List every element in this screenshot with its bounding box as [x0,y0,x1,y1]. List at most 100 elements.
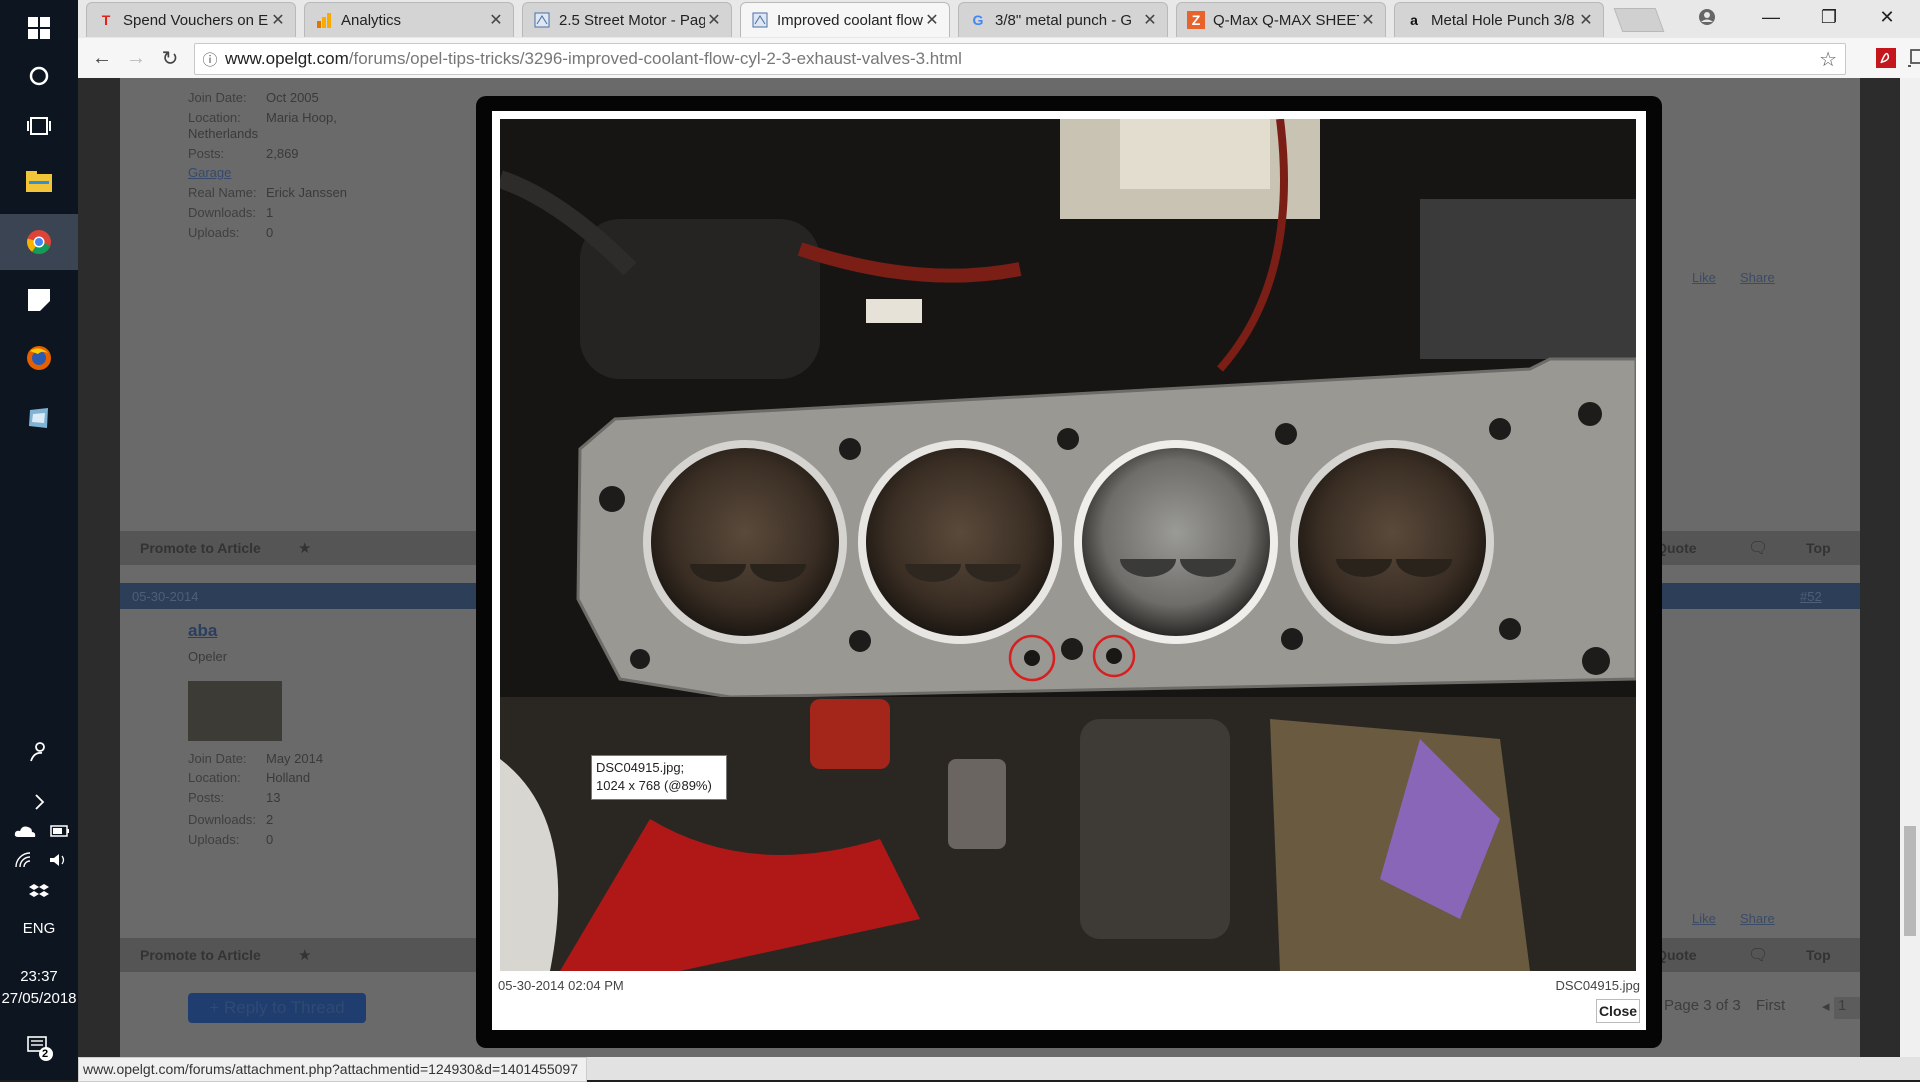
uploads-label: Uploads: [188,225,240,240]
browser-toolbar: ← → ↻ ⓘ www.opelgt.com/forums/opel-tips-… [78,38,1920,79]
action-center-icon[interactable]: 2 [0,1024,78,1070]
close-tab-icon[interactable]: ✕ [923,10,941,30]
tab-metal-punch-google[interactable]: G 3/8" metal punch - G ✕ [958,2,1168,37]
onedrive-icon[interactable] [14,824,36,846]
garage-link[interactable]: Garage [188,165,231,180]
post-date: 05-30-2014 [132,589,199,604]
volume-icon[interactable] [48,852,70,874]
pdf-app-icon[interactable] [0,390,78,446]
multi-quote-icon[interactable]: 🗨 [1748,945,1768,965]
close-lightbox-button[interactable]: Close [1596,999,1640,1023]
pager-page-1[interactable]: 1 [1834,997,1860,1019]
cast-icon[interactable] [1906,46,1920,70]
firefox-icon[interactable] [0,330,78,386]
tab-strip: T Spend Vouchers on E ✕ Analytics ✕ 2.5 … [78,0,1920,38]
clock-time[interactable]: 23:37 [0,968,78,985]
user-title: Opeler [188,649,228,664]
tab-title: Spend Vouchers on E [123,11,269,29]
promote-article-button[interactable]: Promote to Article [140,540,261,556]
address-bar[interactable]: ⓘ www.opelgt.com/forums/opel-tips-tricks… [194,43,1846,75]
language-indicator[interactable]: ENG [0,920,78,937]
posts-value: 13 [266,790,281,805]
uploads-value: 0 [266,225,274,240]
post-number-link[interactable]: #52 [1800,589,1822,604]
posts-value: 2,869 [266,146,299,161]
profile-icon[interactable] [1678,0,1736,34]
share-link[interactable]: Share [1740,911,1775,926]
page-scrollbar[interactable] [1900,78,1920,1057]
tab-qmax[interactable]: Z Q-Max Q-MAX SHEET ✕ [1176,2,1386,37]
tab-title: Improved coolant flow [777,11,923,29]
forum-icon [533,11,551,29]
people-icon[interactable] [0,732,78,772]
real-name-value: Erick Janssen [266,185,347,200]
avatar[interactable] [188,681,282,741]
engine-block-photo[interactable] [500,119,1636,971]
tab-amazon-punch[interactable]: a Metal Hole Punch 3/8 ✕ [1394,2,1604,37]
tesco-favicon-icon: T [101,12,111,28]
close-tab-icon[interactable]: ✕ [1141,10,1159,30]
image-tooltip: DSC04915.jpg; 1024 x 768 (@89%) [591,755,727,800]
reload-icon[interactable]: ↻ [156,44,184,72]
url-path: /forums/opel-tips-tricks/3296-improved-c… [348,49,962,68]
minimize-icon[interactable]: — [1742,0,1800,34]
close-tab-icon[interactable]: ✕ [487,10,505,30]
chevron-right-icon[interactable] [0,784,78,820]
like-link[interactable]: Like [1692,911,1716,926]
like-link[interactable]: Like [1692,270,1716,285]
image-timestamp: 05-30-2014 02:04 PM [498,978,624,993]
top-link[interactable]: Top [1806,947,1831,963]
pdf-extension-icon[interactable] [1874,46,1898,70]
tab-analytics[interactable]: Analytics ✕ [304,2,514,37]
close-tab-icon[interactable]: ✕ [269,10,287,30]
top-link[interactable]: Top [1806,540,1831,556]
dropbox-icon[interactable] [0,878,78,906]
status-bar: www.opelgt.com/forums/attachment.php?att… [78,1057,1920,1082]
uploads-value: 0 [266,832,274,847]
tab-vouchers[interactable]: T Spend Vouchers on E ✕ [86,2,296,37]
share-link[interactable]: Share [1740,270,1775,285]
bookmark-star-icon[interactable]: ☆ [1819,47,1837,72]
close-tab-icon[interactable]: ✕ [1577,10,1595,30]
star-icon[interactable]: ★ [298,946,311,964]
tab-improved-coolant[interactable]: Improved coolant flow ✕ [740,2,950,37]
username-link[interactable]: aba [188,621,217,641]
sticky-notes-icon[interactable] [0,272,78,328]
windows-taskbar: ENG 23:37 27/05/2018 2 [0,0,78,1080]
battery-icon[interactable] [48,824,70,846]
promote-article-button[interactable]: Promote to Article [140,947,261,963]
back-icon[interactable]: ← [88,44,116,72]
wifi-icon[interactable] [14,852,36,874]
clock-date[interactable]: 27/05/2018 [0,990,78,1007]
notification-count: 2 [42,1048,49,1060]
location-value-2: Netherlands [188,126,259,141]
forum-icon [751,11,769,29]
tab-street-motor[interactable]: 2.5 Street Motor - Pag ✕ [522,2,732,37]
location-value: Maria Hoop, [266,110,337,125]
cortana-search-icon[interactable] [0,48,78,104]
pager-label: Page 3 of 3 [1664,997,1741,1014]
close-window-icon[interactable]: ✕ [1858,0,1916,34]
uploads-label: Uploads: [188,832,240,847]
close-tab-icon[interactable]: ✕ [1359,10,1377,30]
join-date-value: May 2014 [266,751,324,766]
restore-icon[interactable]: ❐ [1800,0,1858,34]
task-view-icon[interactable] [0,98,78,154]
reply-to-thread-button[interactable]: + Reply to Thread [188,993,366,1023]
amazon-icon: a [1410,12,1418,28]
pager-first[interactable]: First [1752,997,1789,1019]
star-icon[interactable]: ★ [298,539,311,557]
tab-title: Analytics [341,11,402,29]
location-value: Holland [266,770,311,785]
scrollbar-thumb[interactable] [1904,826,1916,936]
file-explorer-icon[interactable] [0,154,78,210]
new-tab-button[interactable] [1613,8,1665,32]
tab-title: 3/8" metal punch - G [995,11,1133,29]
multi-quote-icon[interactable]: 🗨 [1748,538,1768,558]
chrome-window: T Spend Vouchers on E ✕ Analytics ✕ 2.5 … [78,0,1920,1082]
close-tab-icon[interactable]: ✕ [705,10,723,30]
chrome-taskbar-icon[interactable] [0,214,78,270]
site-info-icon[interactable]: ⓘ [195,49,225,70]
forward-icon[interactable]: → [122,44,150,72]
downloads-value: 1 [266,205,274,220]
